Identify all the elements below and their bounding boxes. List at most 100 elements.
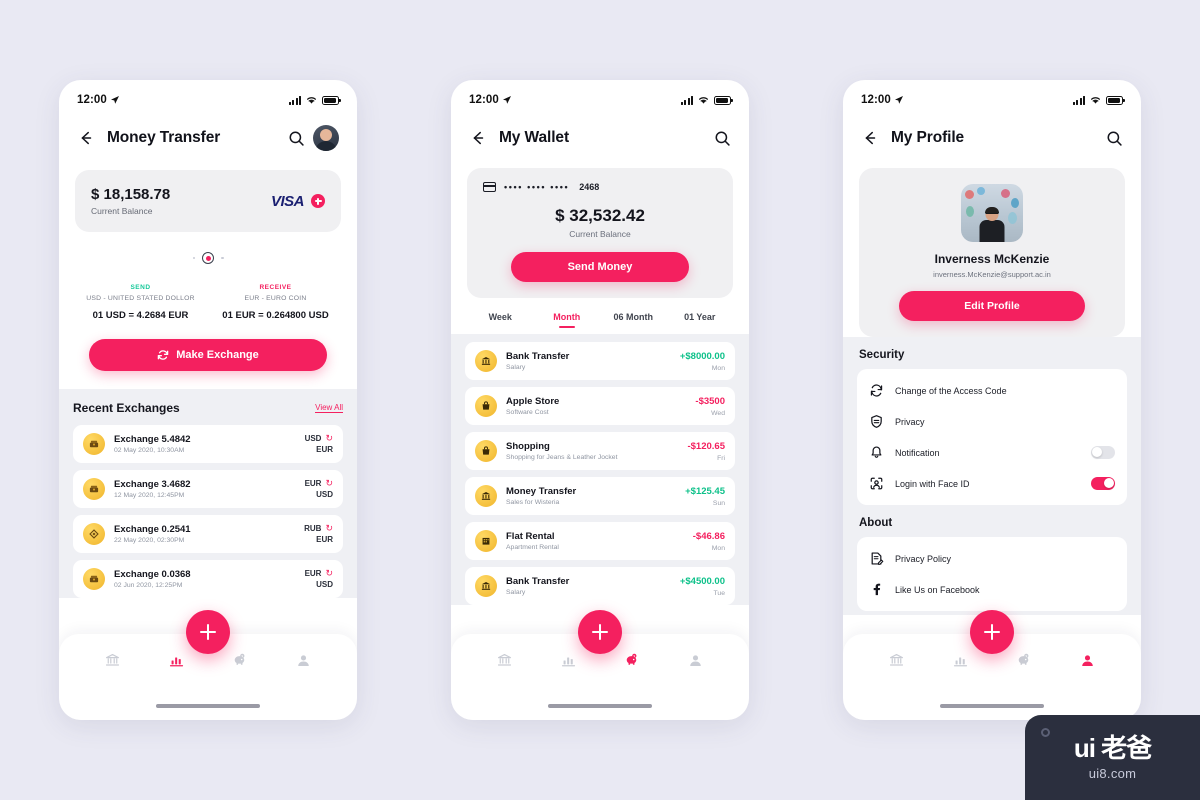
currency-from-row: RUB ↻: [304, 524, 333, 534]
search-icon[interactable]: [1106, 130, 1123, 147]
transaction-row[interactable]: Bank Transfer Salary +$8000.00 Mon: [465, 342, 735, 380]
nav-person[interactable]: [272, 652, 336, 674]
transaction-title: Apple Store: [506, 395, 560, 407]
status-time-text: 12:00: [77, 94, 107, 106]
avatar[interactable]: [313, 125, 339, 151]
exchange-currencies: EUR ↻ USD: [305, 479, 333, 500]
add-fab-button[interactable]: [186, 610, 230, 654]
bank-icon: [475, 350, 497, 372]
nav-chart[interactable]: [537, 652, 601, 674]
profile-photo[interactable]: [961, 184, 1023, 242]
document-edit-icon: [869, 551, 884, 566]
status-time-text: 12:00: [861, 94, 891, 106]
transaction-row[interactable]: Shopping Shopping for Jeans & Leather Joc…: [465, 432, 735, 470]
privacy-mask-icon: [869, 414, 884, 429]
exchange-row[interactable]: Exchange 0.0368 02 Jun 2020, 12:25PM EUR ↻ U…: [73, 560, 343, 598]
nav-person[interactable]: [664, 652, 728, 674]
exchange-row[interactable]: Exchange 3.4682 12 May 2020, 12:45PM EUR ↻ U…: [73, 470, 343, 508]
nav-piggy-bank[interactable]: $: [992, 652, 1056, 674]
currency-from: RUB: [304, 524, 322, 533]
nav-chart[interactable]: [145, 652, 209, 674]
balance-card[interactable]: $ 18,158.78 Current Balance VISA: [75, 170, 341, 232]
location-arrow-icon: [110, 96, 119, 104]
add-fab-button[interactable]: [970, 610, 1014, 654]
settings-row[interactable]: Like Us on Facebook: [869, 574, 1115, 605]
search-icon[interactable]: [288, 130, 305, 147]
make-exchange-button[interactable]: Make Exchange: [89, 339, 327, 371]
transaction-row[interactable]: Apple Store Software Cost -$3500 Wed: [465, 387, 735, 425]
send-currency-name: USD - UNITED STATED DOLLOR: [86, 295, 195, 302]
back-arrow-icon[interactable]: [469, 129, 487, 147]
swap-icon[interactable]: [202, 252, 214, 264]
balance-label: Current Balance: [91, 206, 153, 216]
nav-bank[interactable]: [473, 652, 537, 674]
exchange-row[interactable]: Exchange 0.2541 22 May 2020, 02:30PM RUB ↻ E…: [73, 515, 343, 553]
nav-piggy-bank[interactable]: $: [600, 652, 664, 674]
exchange-title: Exchange 3.4682: [114, 478, 191, 490]
settings-label: Privacy Policy: [895, 553, 952, 564]
currency-to: USD: [316, 580, 333, 589]
coin-stack-icon: [83, 478, 105, 500]
nav-piggy-bank[interactable]: $: [208, 652, 272, 674]
battery-icon: [1106, 95, 1125, 105]
exchange-info: Exchange 3.4682 12 May 2020, 12:45PM: [114, 479, 296, 500]
settings-row[interactable]: Privacy Policy: [869, 543, 1115, 574]
settings-row[interactable]: Notification: [869, 437, 1115, 468]
nav-bank[interactable]: [865, 652, 929, 674]
tab-week[interactable]: Week: [467, 312, 534, 328]
settings-row[interactable]: Privacy: [869, 406, 1115, 437]
add-fab-button[interactable]: [578, 610, 622, 654]
send-money-button[interactable]: Send Money: [511, 252, 689, 282]
send-column: SEND USD - UNITED STATED DOLLOR 01 USD =…: [73, 284, 208, 321]
balance-info: $ 18,158.78 Current Balance: [91, 186, 170, 216]
nav-bank[interactable]: [81, 652, 145, 674]
settings-row[interactable]: Change of the Access Code: [869, 375, 1115, 406]
send-tag: SEND: [130, 284, 151, 291]
nav-chart[interactable]: [929, 652, 993, 674]
face-id-icon: [869, 476, 884, 491]
back-arrow-icon[interactable]: [77, 129, 95, 147]
battery-icon: [322, 95, 341, 105]
exchange-date: 22 May 2020, 02:30PM: [114, 537, 185, 545]
swap-currency-icon[interactable]: ↻: [325, 569, 333, 578]
toggle-switch[interactable]: [1091, 477, 1115, 490]
bottom-bar: $: [451, 610, 749, 720]
nav-person[interactable]: [1056, 652, 1120, 674]
tab-06-month[interactable]: 06 Month: [600, 312, 667, 328]
wallet-card: •••• •••• •••• 2468 $ 32,532.42 Current …: [467, 168, 733, 298]
piggy-bank-icon: $: [231, 652, 248, 674]
swap-currency-icon[interactable]: ↻: [325, 524, 333, 533]
home-indicator[interactable]: [940, 704, 1044, 708]
view-all-link[interactable]: View All: [315, 403, 343, 413]
period-tabs: Week Month 06 Month 01 Year: [467, 312, 733, 328]
swap-currency-icon[interactable]: ↻: [325, 479, 333, 488]
transaction-row[interactable]: Bank Transfer Salary +$4500.00 Tue: [465, 567, 735, 605]
exchange-title: Exchange 0.2541: [114, 523, 191, 535]
exchange-rates: SEND USD - UNITED STATED DOLLOR 01 USD =…: [59, 284, 357, 321]
home-indicator[interactable]: [548, 704, 652, 708]
tab-01-year[interactable]: 01 Year: [667, 312, 734, 328]
currency-from: EUR: [304, 569, 322, 578]
tab-month[interactable]: Month: [534, 312, 601, 328]
back-arrow-icon[interactable]: [861, 129, 879, 147]
toggle-switch[interactable]: [1091, 446, 1115, 459]
photo-blob: [977, 187, 985, 195]
transaction-row[interactable]: Money Transfer Sales for Wisteria +$125.45…: [465, 477, 735, 515]
location-arrow-icon: [502, 96, 511, 104]
settings-row[interactable]: Login with Face ID: [869, 468, 1115, 499]
circle-icon: [1041, 728, 1050, 737]
edit-profile-button[interactable]: Edit Profile: [899, 291, 1085, 321]
home-indicator[interactable]: [156, 704, 260, 708]
bank-icon: [104, 652, 121, 674]
make-exchange-label: Make Exchange: [176, 349, 259, 361]
transaction-title: Shopping: [506, 440, 550, 452]
status-time-text: 12:00: [469, 94, 499, 106]
search-icon[interactable]: [714, 130, 731, 147]
profile-card: Inverness McKenzie inverness.McKenzie@su…: [859, 168, 1125, 337]
plus-circle-icon[interactable]: [311, 194, 325, 208]
exchange-row[interactable]: Exchange 5.4842 02 May 2020, 10:30AM USD ↻ E…: [73, 425, 343, 463]
transaction-row[interactable]: Flat Rental Apartment Rental -$46.86 Mon: [465, 522, 735, 560]
swap-currency-icon[interactable]: ↻: [325, 434, 333, 443]
bottom-bar: $: [843, 610, 1141, 720]
watermark: ui 老爸 ui8.com: [1025, 715, 1200, 800]
